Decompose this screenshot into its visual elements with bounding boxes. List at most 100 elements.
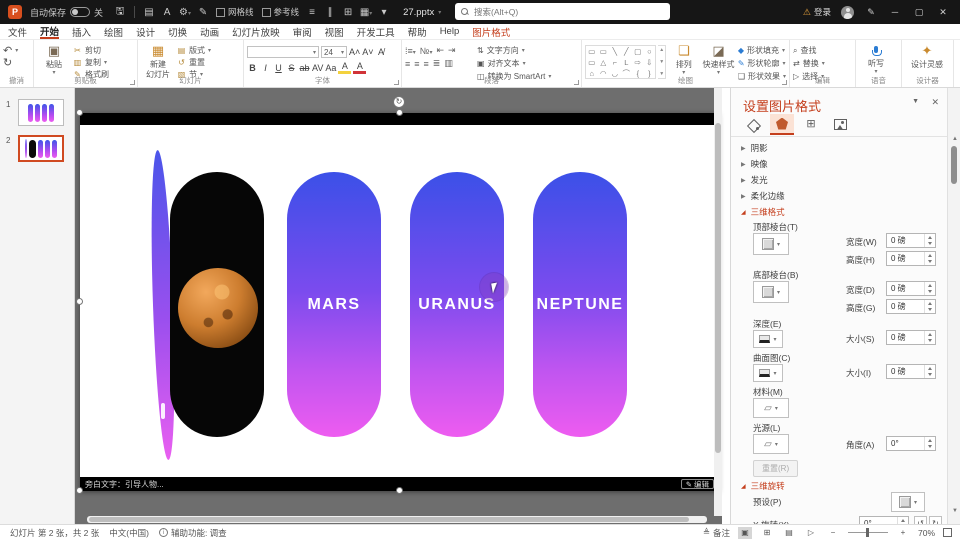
reading-view-button[interactable]: ▤ <box>782 527 796 539</box>
font-color-button[interactable]: A <box>353 62 366 74</box>
tab-help[interactable]: 帮助 <box>408 25 427 39</box>
selection-handle-top-mid[interactable] <box>396 109 403 116</box>
tab-effects[interactable] <box>770 114 794 135</box>
selection-handle-bottom-left[interactable] <box>76 487 83 494</box>
tab-home[interactable]: 开始 <box>40 24 59 39</box>
rotate-objects-icon[interactable]: ⊞ <box>340 7 356 18</box>
neptune-pill[interactable]: NEPTUNE <box>533 172 627 437</box>
section-glow[interactable]: ▶发光 <box>741 174 768 186</box>
copy-button[interactable]: ▥复制▾ <box>73 57 109 67</box>
angle-field[interactable]: 0° <box>886 436 936 451</box>
reset-button[interactable]: ↺重置 <box>177 57 211 67</box>
layout-button[interactable]: ▤版式▾ <box>177 45 211 55</box>
text-direction-button[interactable]: ⇅文字方向▾ <box>477 45 551 56</box>
avatar[interactable] <box>841 6 854 19</box>
undo-button[interactable]: ↶▾ <box>3 45 18 55</box>
clear-format-button[interactable]: A̸ <box>376 47 387 57</box>
fit-to-window-icon[interactable] <box>943 528 952 537</box>
tab-size-properties[interactable]: ⊞ <box>799 114 823 135</box>
mars-pill[interactable]: MARS <box>287 172 381 437</box>
preset-dropdown[interactable]: ▾ <box>891 492 925 512</box>
top-bevel-dropdown[interactable]: ▾ <box>753 233 789 255</box>
shrink-font-button[interactable]: A˅ <box>362 47 373 57</box>
numbering-button[interactable]: №▾ <box>420 46 433 56</box>
new-slide-button[interactable]: ▦ 新建 幻灯片 <box>141 42 175 79</box>
dictate-button[interactable]: 听写▾ <box>859 42 893 76</box>
section-soft-edges[interactable]: ▶柔化边缘 <box>741 190 785 202</box>
bottom-bevel-width-field[interactable]: 0 磅 <box>886 281 936 296</box>
slide-2-thumbnail[interactable] <box>18 135 64 162</box>
contour-color-dropdown[interactable]: ▾ <box>753 364 783 382</box>
uranus-pill[interactable]: URANUS <box>410 172 504 437</box>
align-icon[interactable]: ≡ <box>304 7 320 18</box>
guides-toggle[interactable]: 参考线 <box>262 6 300 18</box>
design-ideas-button[interactable]: ✦ 设计灵感 <box>905 42 949 69</box>
align-center-button[interactable]: ≡ <box>414 59 419 69</box>
zoom-in-button[interactable]: + <box>896 527 910 539</box>
shape-outline-button[interactable]: ✎形状轮廓▾ <box>738 58 786 69</box>
redo-button[interactable]: ↻ <box>3 57 18 67</box>
find-button[interactable]: ⌕查找 <box>793 45 825 56</box>
selection-handle-mid-left[interactable] <box>76 298 83 305</box>
grow-font-button[interactable]: A˄ <box>349 47 360 57</box>
close-button[interactable]: ✕ <box>936 7 950 18</box>
clipboard-dialog-launcher[interactable] <box>130 80 135 85</box>
slide[interactable]: MARS URANUS NEPTUNE 旁白文字：引导人物... ✎ 编辑 <box>80 113 719 491</box>
arrange-button[interactable]: ❏ 排列▾ <box>668 42 699 77</box>
selection-handle-top-left[interactable] <box>76 109 83 116</box>
replace-button[interactable]: ⇄替换▾ <box>793 58 825 69</box>
canvas-horizontal-scrollbar[interactable] <box>87 516 707 523</box>
bullets-button[interactable]: ⁞≡▾ <box>405 46 416 56</box>
search-input[interactable] <box>474 7 644 17</box>
file-name[interactable]: 27.pptx ▾ <box>403 7 441 18</box>
tab-slideshow[interactable]: 幻灯片放映 <box>232 25 280 39</box>
scroll-down-icon[interactable]: ▼ <box>952 508 958 514</box>
chart-icon[interactable]: ▦▾ <box>358 7 374 18</box>
distribute-icon[interactable]: ∥ <box>322 7 338 18</box>
sign-in-button[interactable]: ⚠ 登录 <box>803 6 831 18</box>
slide-1-thumbnail[interactable] <box>18 99 64 126</box>
selection-handle-bottom-mid[interactable] <box>396 487 403 494</box>
indent-decrease-button[interactable]: ⇤ <box>436 45 444 56</box>
font-dialog-launcher[interactable] <box>394 80 399 85</box>
print-icon[interactable]: ▤ <box>141 7 157 18</box>
canvas-vertical-scrollbar[interactable] <box>714 88 722 516</box>
minimize-button[interactable]: ─ <box>888 7 902 17</box>
save-icon[interactable]: 🖫 <box>112 4 128 21</box>
slideshow-button[interactable]: ▷ <box>804 527 818 539</box>
indent-increase-button[interactable]: ⇥ <box>448 45 456 56</box>
quick-styles-button[interactable]: ◪ 快速样式▾ <box>701 42 736 77</box>
tab-draw[interactable]: 绘图 <box>104 25 123 39</box>
paragraph-dialog-launcher[interactable] <box>574 80 579 85</box>
panel-scrollbar[interactable]: ▲ ▼ <box>947 88 960 524</box>
ribbon-options-icon[interactable]: ✎ <box>864 7 878 18</box>
normal-view-button[interactable]: ▣ <box>738 527 752 539</box>
cut-button[interactable]: ✂剪切 <box>73 45 109 55</box>
change-case-button[interactable]: Aa <box>325 63 336 73</box>
drawing-dialog-launcher[interactable] <box>782 80 787 85</box>
new-file-icon[interactable]: A <box>159 7 175 18</box>
depth-color-dropdown[interactable]: ▾ <box>753 330 783 348</box>
more-commands-icon[interactable]: ▾ <box>376 7 392 18</box>
top-bevel-width-field[interactable]: 0 磅 <box>886 233 936 248</box>
material-dropdown[interactable]: ▱▾ <box>753 398 789 418</box>
lighting-dropdown[interactable]: ▱▾ <box>753 434 789 454</box>
zoom-level[interactable]: 70% <box>918 528 935 538</box>
contour-size-field[interactable]: 0 磅 <box>886 364 936 379</box>
tab-insert[interactable]: 插入 <box>72 25 91 39</box>
bold-button[interactable]: B <box>247 63 258 73</box>
columns-button[interactable]: ▥ <box>444 58 453 69</box>
depth-size-field[interactable]: 0 磅 <box>886 330 936 345</box>
zoom-slider[interactable] <box>848 532 888 533</box>
highlight-color-button[interactable]: A <box>338 62 351 74</box>
panel-scroll-thumb[interactable] <box>951 146 957 184</box>
section-3d-rotation[interactable]: ◢三维旋转 <box>741 480 785 492</box>
open-icon[interactable]: ⚙▾ <box>177 7 193 18</box>
shapes-gallery-scroll[interactable]: ▲▼▼ <box>658 45 666 79</box>
align-text-button[interactable]: ▣对齐文本▾ <box>477 58 551 69</box>
section-shadow[interactable]: ▶阴影 <box>741 142 768 154</box>
gridlines-toggle[interactable]: 网格线 <box>216 6 254 18</box>
search-box[interactable] <box>455 3 670 20</box>
bottom-bevel-height-field[interactable]: 0 磅 <box>886 299 936 314</box>
paste-button[interactable]: ▣ 粘贴 ▾ <box>37 42 71 77</box>
